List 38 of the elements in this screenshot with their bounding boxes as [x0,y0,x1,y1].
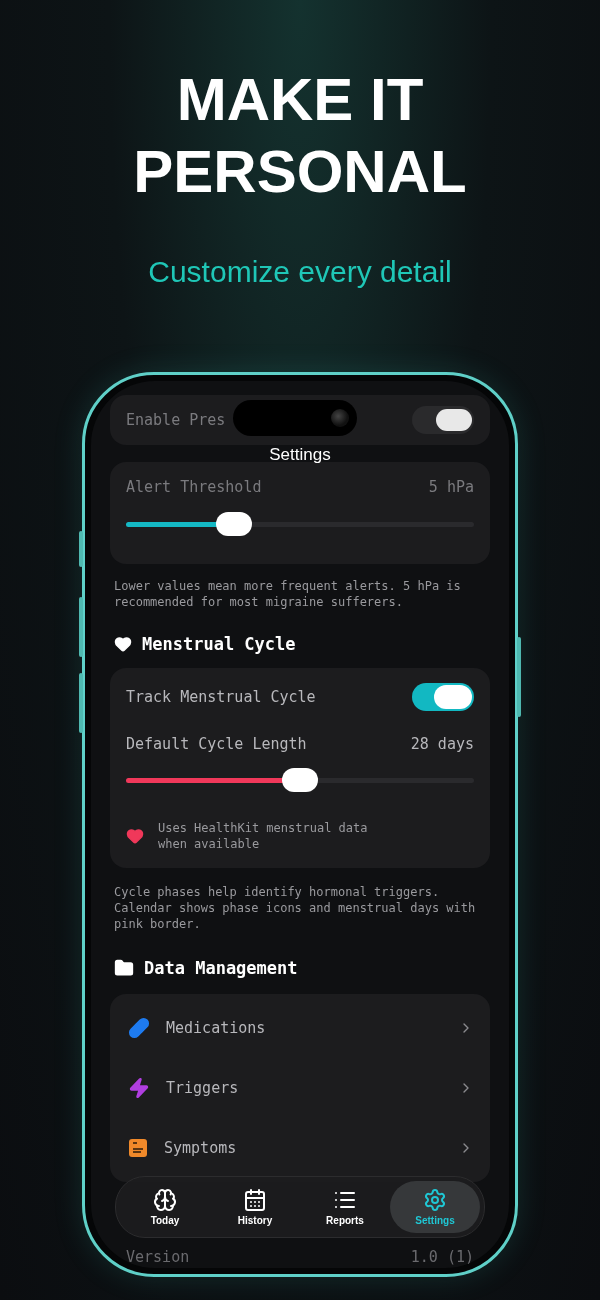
menu-item[interactable]: Triggers [128,1058,474,1118]
setting-value: 5 hPa [428,478,474,496]
brain-icon [153,1188,177,1212]
tab[interactable]: Today [120,1181,210,1233]
slider-thumb[interactable] [282,768,318,792]
tab[interactable]: Settings [390,1181,480,1233]
setting-value: 1.0 (1) [410,1248,474,1266]
heart-icon [114,635,132,653]
pill-icon [128,1017,150,1039]
heart-icon [126,827,144,845]
slider-thumb[interactable] [215,512,252,536]
symptom-card-icon [128,1138,148,1158]
setting-label: Enable Pres [126,411,226,429]
menu-item[interactable]: Medications [128,998,474,1058]
section-heading: Menstrual Cycle [142,634,296,654]
toggle-switch[interactable] [412,683,474,711]
tab[interactable]: History [210,1181,300,1233]
help-text: Cycle phases help identify hormonal triggers. Calendar shows phase icons and menstrual days with pink border. [113,884,477,932]
setting-label: Track Menstrual Cycle [126,688,316,706]
help-text: Lower values mean more frequent alerts. 5 hPa is recommended for most migraine sufferers. [113,578,462,610]
menu-item[interactable]: Symptoms [128,1118,474,1178]
section-heading: Data Management [144,958,298,978]
slider[interactable] [126,512,474,536]
headline: MAKE IT PERSONAL [133,65,467,207]
calendar-icon [243,1188,267,1212]
setting-label: Default Cycle Length [126,735,307,753]
setting-value: 28 days [410,735,474,753]
setting-label: Alert Threshold [126,478,262,496]
toggle-switch[interactable] [412,406,474,434]
screen-title: Settings [269,445,331,464]
subtitle: Customize every detail [148,254,452,290]
slider[interactable] [126,768,474,792]
settings-icon [423,1188,447,1212]
setting-label: Version [126,1248,190,1266]
lightning-icon [128,1077,150,1099]
tab[interactable]: Reports [300,1181,390,1233]
info-text: Uses HealthKit menstrual data when available [158,820,369,852]
folder-icon [114,958,134,978]
